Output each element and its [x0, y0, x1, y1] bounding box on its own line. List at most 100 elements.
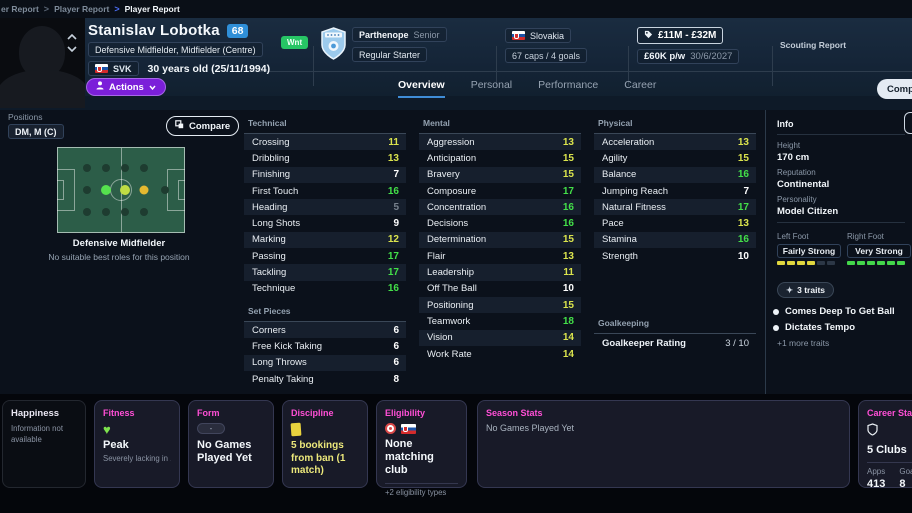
breadcrumb-item[interactable]: Player Report	[54, 4, 109, 14]
breadcrumb-item[interactable]: er Report	[1, 4, 39, 14]
attribute-value: 6	[393, 324, 399, 336]
attribute-row: Long Shots 9	[244, 215, 406, 231]
club-crest-icon[interactable]	[320, 27, 347, 65]
personality-value: Model Citizen	[777, 206, 839, 217]
attribute-label: Determination	[427, 234, 487, 246]
attribute-row: Determination 15	[419, 231, 581, 249]
national-team-pill[interactable]: Slovakia	[505, 28, 572, 43]
foot-strength-segment	[787, 261, 795, 265]
breadcrumb-item[interactable]: Player Report	[125, 4, 180, 14]
attribute-value: 17	[387, 250, 399, 262]
foot-strength-segment	[847, 261, 855, 265]
right-foot-value: Very Strong	[847, 244, 911, 258]
caps-pill: 67 caps / 4 goals	[505, 48, 588, 63]
chevron-down-icon[interactable]	[67, 46, 77, 52]
attribute-value: 6	[393, 357, 399, 369]
attribute-label: Vision	[427, 332, 453, 344]
positions-title: Positions	[8, 112, 43, 122]
eligibility-panel[interactable]: Eligibility None matching club +2 eligib…	[376, 400, 467, 497]
trait-label: Comes Deep To Get Ball	[785, 306, 895, 317]
traits-count-badge[interactable]: ✦ 3 traits	[777, 282, 834, 298]
attribute-row: Jumping Reach 7	[594, 183, 756, 199]
attribute-value: 18	[562, 315, 574, 327]
more-traits-link[interactable]: +1 more traits	[777, 338, 829, 348]
slovakia-flag-icon	[512, 31, 525, 40]
left-foot-value: Fairly Strong	[777, 244, 841, 258]
attribute-value: 10	[737, 250, 749, 262]
attribute-value: 16	[562, 218, 574, 230]
info-title: Info	[777, 119, 794, 129]
happiness-panel[interactable]: Happiness Information not available	[2, 400, 86, 488]
fitness-value: Peak	[103, 439, 129, 451]
attribute-row: Decisions 16	[419, 215, 581, 231]
compare-button[interactable]: Compare	[166, 116, 240, 136]
attribute-label: Leadership	[427, 267, 475, 279]
attribute-label: Composure	[427, 185, 477, 197]
attribute-value: 13	[737, 218, 749, 230]
overview-content: Positions DM, M (C) Compare Defensive Mi…	[0, 110, 912, 394]
attribute-value: 14	[562, 332, 574, 344]
actions-button[interactable]: Actions	[86, 78, 166, 96]
season-stats-value: No Games Played Yet	[486, 423, 575, 433]
attribute-value: 14	[562, 348, 574, 360]
club-eligibility-icon	[385, 423, 396, 434]
shield-icon	[867, 423, 912, 441]
section-title-technical: Technical	[244, 118, 406, 134]
discipline-panel[interactable]: Discipline 5 bookings from ban (1 match)	[282, 400, 368, 488]
attribute-label: Heading	[252, 201, 288, 213]
section-title-goalkeeping: Goalkeeping	[594, 318, 756, 335]
club-pill[interactable]: Parthenope Senior	[352, 27, 447, 42]
attribute-value: 17	[562, 185, 574, 197]
mental-attributes: Mental Aggression 13 Anticipation 15 Bravery…	[419, 118, 581, 362]
clubs-count: 5 Clubs	[867, 444, 907, 456]
attribute-label: Teamwork	[427, 315, 471, 327]
eligibility-note: +2 eligibility types	[385, 487, 447, 497]
tab-personal[interactable]: Personal	[471, 79, 512, 96]
chevron-up-icon[interactable]	[67, 34, 77, 40]
position-dot-competent	[139, 185, 149, 195]
attribute-row: Vision 14	[419, 329, 581, 346]
attribute-value: 15	[562, 234, 574, 246]
attribute-label: Passing	[252, 250, 286, 262]
fitness-panel[interactable]: Fitness ♥ Peak Severely lacking in ...	[94, 400, 180, 488]
attribute-value: 13	[737, 136, 749, 148]
attribute-row: Positioning 15	[419, 296, 581, 314]
player-report-screen: er Report > Player Report > Player Report St…	[0, 0, 912, 513]
panel-edge-button[interactable]	[904, 112, 912, 134]
attribute-value: 16	[387, 283, 399, 295]
attribute-label: Agility	[602, 152, 628, 164]
compare-button-top[interactable]: Compare	[877, 79, 912, 99]
transfer-value-pill: £11M - £32M	[637, 27, 724, 44]
apps-value: 413	[867, 478, 886, 491]
attribute-label: Jumping Reach	[602, 185, 669, 197]
attribute-value: 17	[387, 267, 399, 279]
compare-icon	[175, 120, 184, 132]
attribute-label: Corners	[252, 324, 286, 336]
attribute-value: 16	[562, 201, 574, 213]
attribute-row: Bravery 15	[419, 166, 581, 183]
tab-performance[interactable]: Performance	[538, 79, 598, 96]
scouting-report-label: Scouting Report	[780, 40, 847, 50]
season-stats-panel[interactable]: Season Stats No Games Played Yet	[477, 400, 850, 488]
attribute-label: Penalty Taking	[252, 373, 314, 385]
tab-career[interactable]: Career	[624, 79, 656, 96]
foot-strength-segment	[877, 261, 885, 265]
attribute-label: Free Kick Taking	[252, 340, 323, 352]
attribute-row: Stamina 16	[594, 231, 756, 249]
attribute-value: 16	[387, 185, 399, 197]
career-stats-panel[interactable]: Career Stats 5 Clubs Apps 413 Goals 8	[858, 400, 912, 491]
foot-strength-segment	[867, 261, 875, 265]
trait-item: Comes Deep To Get Ball	[773, 306, 895, 317]
trait-label: Dictates Tempo	[785, 322, 856, 333]
player-photo	[0, 18, 85, 108]
tab-overview[interactable]: Overview	[398, 79, 445, 98]
attribute-value: 11	[563, 267, 574, 279]
personality-label: Personality	[777, 195, 817, 204]
attribute-value: 10	[562, 283, 574, 295]
header-divider	[240, 71, 912, 72]
attribute-row: Marking 12	[244, 231, 406, 249]
attribute-row: Technique 16	[244, 281, 406, 297]
form-panel[interactable]: Form - No Games Played Yet	[188, 400, 274, 488]
happiness-title: Happiness	[11, 408, 60, 419]
attribute-value: 15	[562, 152, 574, 164]
